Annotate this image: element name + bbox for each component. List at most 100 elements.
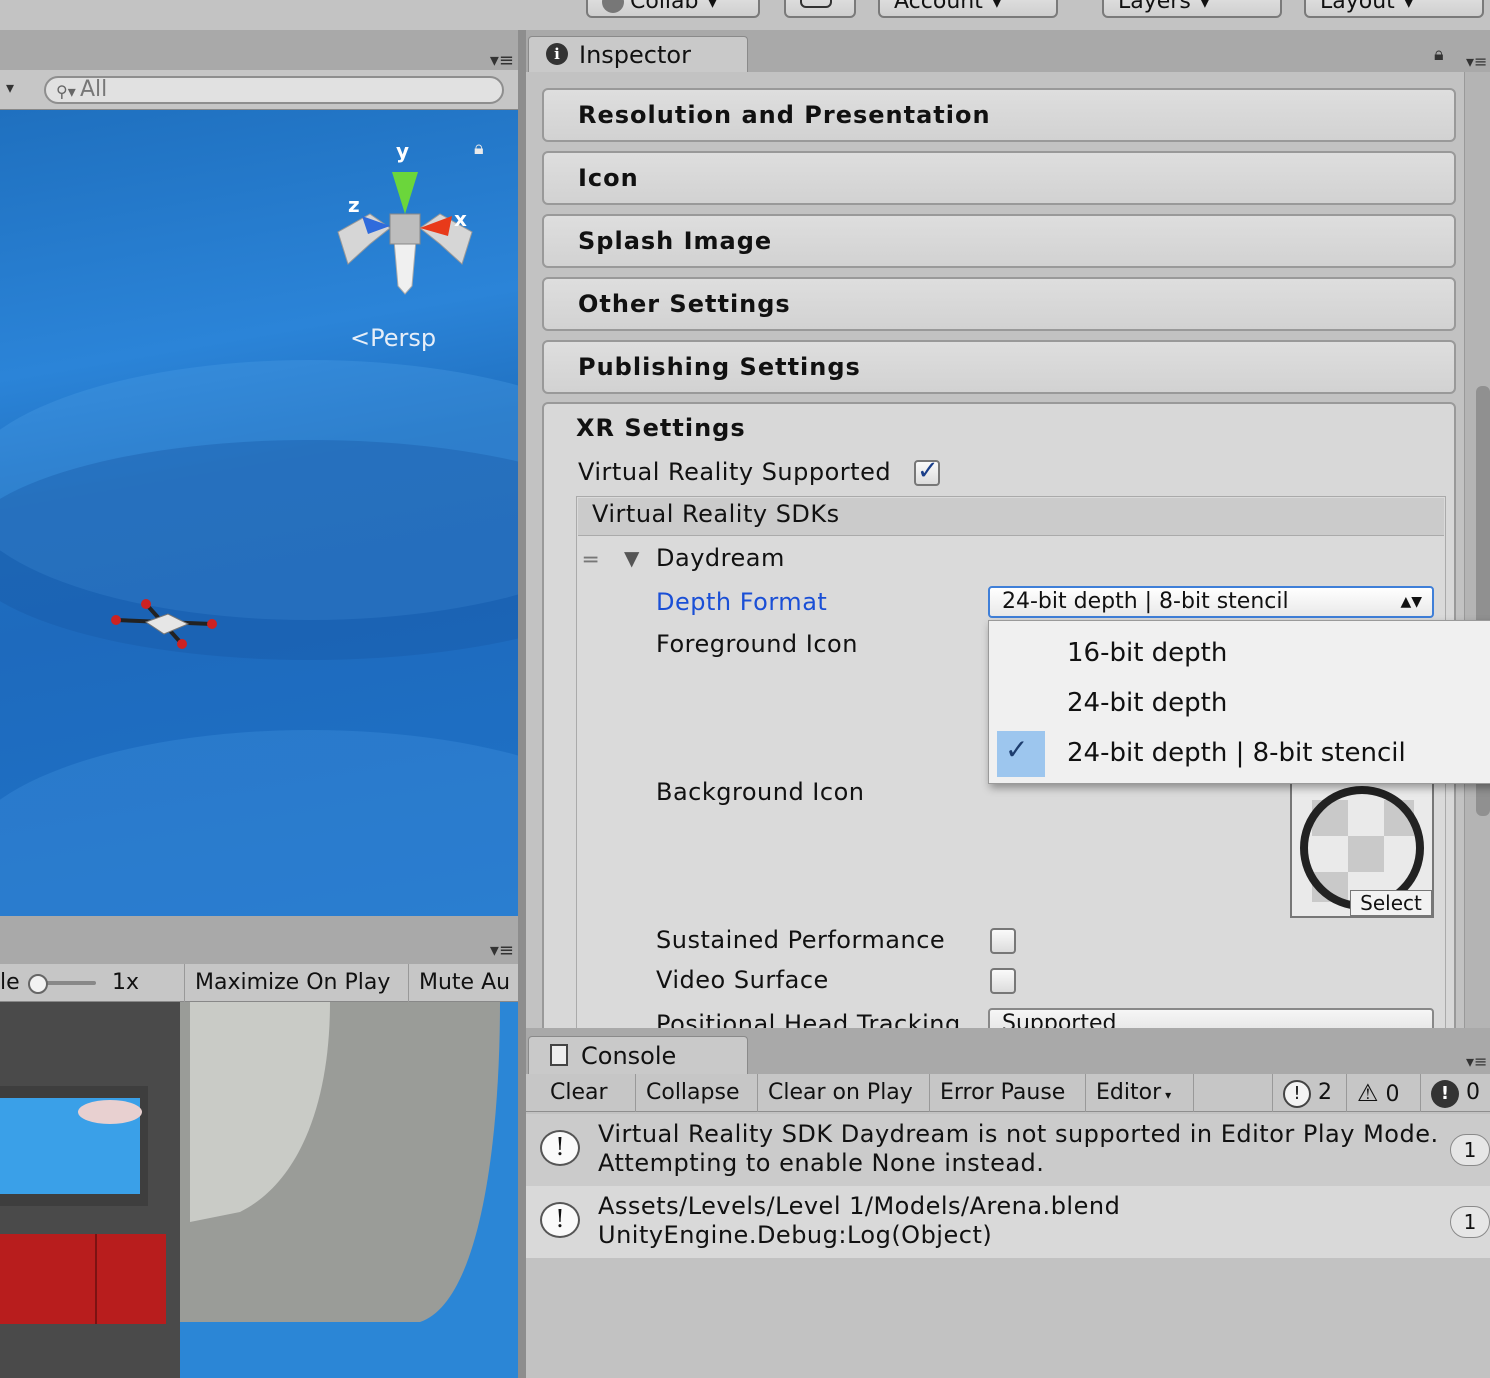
axis-x-label: x <box>454 207 467 231</box>
background-wave <box>0 730 518 916</box>
warning-count-toggle[interactable]: ⚠ 0 <box>1346 1074 1420 1112</box>
layers-dropdown[interactable]: Layers ▾ <box>1102 0 1282 18</box>
layout-dropdown[interactable]: Layout ▾ <box>1304 0 1484 18</box>
error-icon: ! <box>1431 1080 1459 1108</box>
log-message: Assets/Levels/Level 1/Models/Arena.blend… <box>598 1192 1120 1250</box>
option-label: 24-bit depth | 8-bit stencil <box>1067 738 1406 768</box>
foreground-icon-label: Foreground Icon <box>656 630 858 658</box>
log-entry[interactable]: ! Assets/Levels/Level 1/Models/Arena.ble… <box>526 1186 1490 1258</box>
drone-model[interactable] <box>106 596 222 656</box>
mute-audio-toggle[interactable]: Mute Au <box>408 964 520 1002</box>
collapse-button[interactable]: Collapse <box>636 1074 758 1112</box>
info-count-toggle[interactable]: ! 2 <box>1272 1074 1346 1112</box>
vr-sdk-list-header: Virtual Reality SDKs <box>578 498 1444 536</box>
layout-label: Layout <box>1320 0 1395 14</box>
error-pause-button[interactable]: Error Pause <box>930 1074 1086 1112</box>
section-icon[interactable]: Icon <box>542 151 1456 205</box>
background-wave <box>0 440 518 660</box>
search-icon: ⚲▾ <box>56 82 76 101</box>
axis-y-label: y <box>396 139 409 163</box>
popup-option-24bit[interactable]: 24-bit depth <box>989 679 1490 727</box>
inspector-tab-label: Inspector <box>579 41 691 69</box>
chevron-down-icon: ▾ <box>708 0 717 12</box>
cloud-services-button[interactable] <box>784 0 856 18</box>
lock-icon[interactable]: 🔒︎ <box>1434 44 1444 65</box>
game-tab-bar: ▾≡ <box>0 916 520 964</box>
scene-toolbar: ▾ ⚲▾ All <box>0 70 520 110</box>
sustained-performance-checkbox[interactable] <box>990 928 1016 954</box>
clear-button[interactable]: Clear <box>540 1074 636 1112</box>
scale-label: le <box>0 970 20 995</box>
maximize-on-play-toggle[interactable]: Maximize On Play <box>184 964 408 1002</box>
scene-viewport[interactable]: 🔒︎ y x z <Persp <box>0 110 518 916</box>
popup-option-16bit[interactable]: 16-bit depth <box>989 629 1490 677</box>
log-line-2: UnityEngine.Debug:Log(Object) <box>598 1221 993 1249</box>
section-title: Icon <box>578 164 639 192</box>
popup-option-24bit-8bit-stencil[interactable]: 24-bit depth | 8-bit stencil <box>989 729 1490 777</box>
search-value: All <box>80 77 108 102</box>
panel-menu-icon[interactable]: ▾≡ <box>490 940 514 961</box>
error-count: 0 <box>1466 1080 1480 1105</box>
panel-divider[interactable] <box>518 30 526 1378</box>
background-icon-select-button[interactable]: Select <box>1350 890 1432 916</box>
editor-dropdown[interactable]: Editor ▾ <box>1086 1074 1194 1112</box>
log-message: Virtual Reality SDK Daydream is not supp… <box>598 1120 1439 1178</box>
checkmark-icon: ✓ <box>917 456 939 486</box>
section-resolution-presentation[interactable]: Resolution and Presentation <box>542 88 1456 142</box>
account-label: Account <box>894 0 983 14</box>
axis-z-label: z <box>348 193 360 217</box>
panel-menu-icon[interactable]: ▾≡ <box>490 50 514 71</box>
game-toolbar: le 1x Maximize On Play Mute Au <box>0 964 520 1002</box>
depth-format-dropdown[interactable]: 24-bit depth | 8-bit stencil ▲▼ <box>988 586 1434 618</box>
log-entry[interactable]: ! Virtual Reality SDK Daydream is not su… <box>526 1114 1490 1186</box>
console-icon <box>550 1044 568 1066</box>
error-pause-label: Error Pause <box>940 1080 1066 1105</box>
orientation-gizmo[interactable]: y x z <box>330 136 480 306</box>
account-dropdown[interactable]: Account ▾ <box>878 0 1058 18</box>
sdk-list-header-label: Virtual Reality SDKs <box>592 500 840 528</box>
collapse-label: Collapse <box>646 1080 740 1105</box>
foldout-triangle-icon[interactable]: ▼ <box>624 546 639 570</box>
collab-dropdown[interactable]: Collab ▾ <box>586 0 760 18</box>
drag-handle-icon[interactable]: ═ <box>584 548 597 573</box>
depth-format-value: 24-bit depth | 8-bit stencil <box>1002 589 1289 614</box>
scale-value: 1x <box>112 970 140 995</box>
panel-menu-icon[interactable]: ▾≡ <box>1466 1052 1487 1071</box>
info-bubble-icon: ! <box>540 1202 580 1238</box>
scene-search-input[interactable]: ⚲▾ All <box>44 76 504 104</box>
vr-supported-label: Virtual Reality Supported <box>578 458 892 486</box>
error-count-toggle[interactable]: ! 0 <box>1420 1074 1490 1112</box>
chevron-down-icon: ▾ <box>1404 0 1413 12</box>
slider-handle[interactable] <box>28 974 48 994</box>
select-label: Select <box>1360 891 1422 915</box>
clear-label: Clear <box>550 1080 608 1105</box>
section-title: Splash Image <box>578 227 773 255</box>
projection-text: Persp <box>370 324 437 352</box>
section-other-settings[interactable]: Other Settings <box>542 277 1456 331</box>
sdk-item-daydream[interactable]: Daydream <box>656 544 785 572</box>
section-splash-image[interactable]: Splash Image <box>542 214 1456 268</box>
section-publishing-settings[interactable]: Publishing Settings <box>542 340 1456 394</box>
cloud-icon <box>800 0 832 8</box>
editor-label: Editor <box>1096 1080 1162 1105</box>
collab-label: Collab <box>630 0 699 14</box>
info-icon: i <box>546 43 568 65</box>
chevron-down-icon[interactable]: ▾ <box>6 78 14 97</box>
scale-slider[interactable] <box>28 974 98 994</box>
chevron-down-icon: ▾ <box>992 0 1001 12</box>
video-surface-checkbox[interactable] <box>990 968 1016 994</box>
projection-label[interactable]: <Persp <box>350 324 436 352</box>
log-count-badge: 1 <box>1450 1134 1490 1166</box>
chevron-down-icon: ▾ <box>1165 1088 1172 1102</box>
info-count: 2 <box>1318 1080 1332 1105</box>
section-title: Publishing Settings <box>578 353 861 381</box>
background-icon-slot[interactable]: Select <box>1290 778 1434 918</box>
maximize-label: Maximize On Play <box>195 970 391 995</box>
clear-on-play-button[interactable]: Clear on Play <box>758 1074 930 1112</box>
vr-supported-checkbox[interactable]: ✓ <box>914 456 940 486</box>
depth-format-popup: 16-bit depth 24-bit depth ✓ 24-bit depth… <box>988 620 1490 784</box>
xr-settings-title[interactable]: XR Settings <box>576 414 746 442</box>
option-label: 24-bit depth <box>1067 688 1228 718</box>
panel-menu-icon[interactable]: ▾≡ <box>1466 52 1487 71</box>
game-viewport[interactable] <box>0 1002 518 1378</box>
